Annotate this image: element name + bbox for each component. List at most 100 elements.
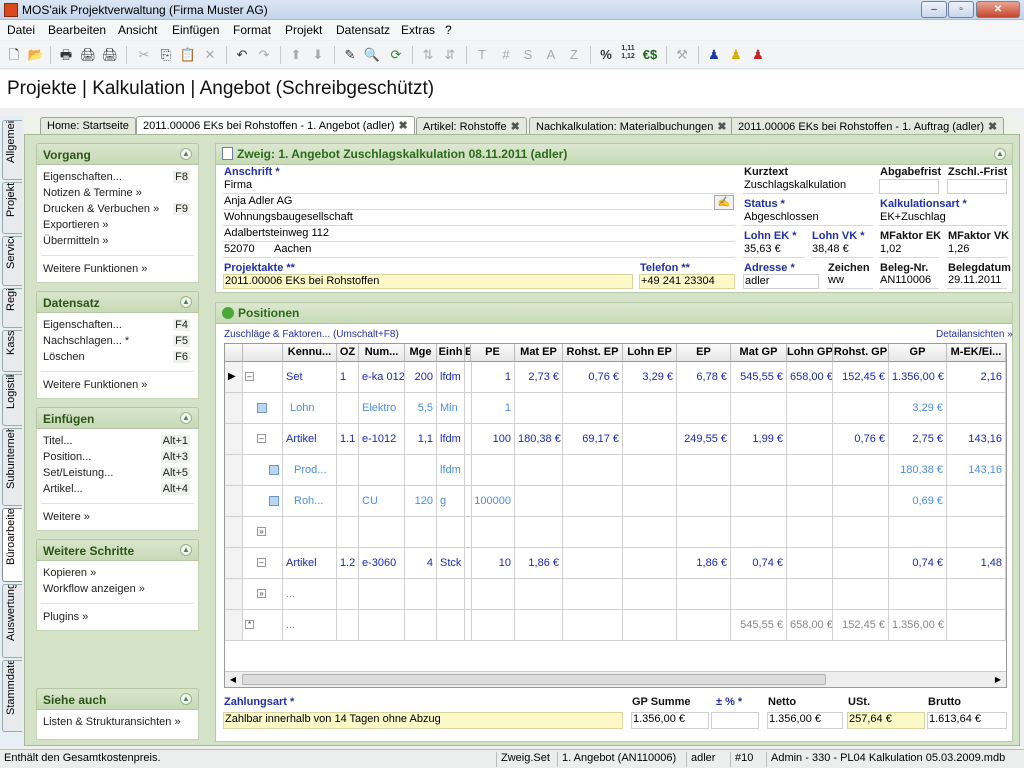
- cell-rohst-gp[interactable]: [833, 486, 889, 517]
- collapse-icon[interactable]: –: [257, 434, 266, 443]
- menu-help[interactable]: ?: [445, 23, 452, 37]
- leaf-node-icon[interactable]: [257, 403, 267, 413]
- tree-cell[interactable]: *: [243, 610, 283, 641]
- s-icon[interactable]: S: [518, 45, 538, 65]
- link-einf-weitere[interactable]: Weitere »: [43, 511, 90, 523]
- column-header[interactable]: Mat GP: [731, 344, 787, 362]
- cell-pe[interactable]: [471, 517, 515, 548]
- section-vorgang-header[interactable]: Vorgang ▲: [36, 143, 199, 165]
- cell-mat-gp[interactable]: 545,55 €: [731, 610, 787, 641]
- column-header[interactable]: PE: [471, 344, 515, 362]
- tree-cell[interactable]: »: [243, 517, 283, 548]
- cell-oz[interactable]: [337, 517, 359, 548]
- cell-oz[interactable]: 1.1: [337, 424, 359, 455]
- menu-extras[interactable]: Extras: [401, 23, 435, 37]
- cell-einh[interactable]: [437, 610, 465, 641]
- menu-datei[interactable]: Datei: [7, 23, 35, 37]
- cell-oz[interactable]: 1: [337, 362, 359, 393]
- collapse-icon[interactable]: –: [245, 372, 254, 381]
- cell-einh[interactable]: lfdm: [437, 455, 465, 486]
- cell-pe[interactable]: [471, 610, 515, 641]
- tree-cell[interactable]: –: [243, 548, 283, 579]
- lohn-vk-field[interactable]: 38,48 €: [811, 243, 873, 258]
- cell-mat-gp[interactable]: 0,74 €: [731, 548, 787, 579]
- current-row-arrow-icon[interactable]: ▶: [225, 362, 243, 393]
- cell-lohn-gp[interactable]: [787, 455, 833, 486]
- cell-einh[interactable]: [437, 579, 465, 610]
- cell-ep[interactable]: [677, 579, 731, 610]
- cell-kennu[interactable]: [283, 517, 337, 548]
- open-folder-icon[interactable]: 📂: [26, 45, 46, 65]
- zuschlaege-link[interactable]: Zuschläge & Faktoren... (Umschalt+F8): [224, 329, 399, 340]
- print-preview-icon[interactable]: 🖶: [56, 45, 76, 65]
- side-tab-stammdaten[interactable]: Stammdaten: [2, 660, 22, 732]
- cell-oz[interactable]: [337, 455, 359, 486]
- tree-cell[interactable]: [243, 393, 283, 424]
- beleg-nr-field[interactable]: AN110006: [879, 274, 939, 289]
- cell-ep[interactable]: [677, 517, 731, 548]
- row-selector[interactable]: [225, 424, 243, 455]
- cell-lohn-gp[interactable]: [787, 517, 833, 548]
- cell-rohst-ep[interactable]: [563, 486, 623, 517]
- cell-einh[interactable]: Stck: [437, 548, 465, 579]
- tools-icon[interactable]: ⚒: [672, 45, 692, 65]
- cell-lohn-gp[interactable]: [787, 548, 833, 579]
- ort-field[interactable]: Aachen: [273, 243, 735, 258]
- column-header[interactable]: OZ: [337, 344, 359, 362]
- cell-m-ek-ei[interactable]: 2,16: [947, 362, 1006, 393]
- cell-mat-gp[interactable]: [731, 455, 787, 486]
- row-selector[interactable]: [225, 393, 243, 424]
- zeichen-field[interactable]: ww: [827, 274, 873, 289]
- close-window-button[interactable]: ✕: [976, 1, 1020, 18]
- doc-tab-auftrag[interactable]: 2011.00006 EKs bei Rohstoffen - 1. Auftr…: [731, 117, 1005, 135]
- close-tab-icon[interactable]: ✖: [399, 120, 408, 132]
- column-header[interactable]: M-EK/Ei...: [947, 344, 1006, 362]
- scroll-left-icon[interactable]: ◀: [226, 673, 240, 686]
- move-up-icon[interactable]: ⬆: [286, 45, 306, 65]
- tree-cell[interactable]: »: [243, 579, 283, 610]
- link-ds-weitere-funktionen[interactable]: Weitere Funktionen »: [43, 379, 147, 391]
- cell-rohst-ep[interactable]: 69,17 €: [563, 424, 623, 455]
- cell-num[interactable]: [359, 517, 405, 548]
- cell-mat-ep[interactable]: [515, 579, 563, 610]
- cell-gp[interactable]: [889, 579, 947, 610]
- menu-bearbeiten[interactable]: Bearbeiten: [48, 23, 106, 37]
- detailansichten-link[interactable]: Detailansichten »: [936, 329, 1013, 340]
- column-header[interactable]: Einh: [437, 344, 465, 362]
- address-lookup-icon[interactable]: ✍: [714, 195, 734, 210]
- column-header[interactable]: EP: [677, 344, 731, 362]
- anschrift-line-3[interactable]: Wohnungsbaugesellschaft: [223, 211, 735, 226]
- currency-icon[interactable]: €$: [640, 45, 660, 65]
- chevron-up-icon[interactable]: ▲: [180, 412, 192, 424]
- projektakte-field[interactable]: 2011.00006 EKs bei Rohstoffen: [223, 274, 633, 289]
- sort-desc-icon[interactable]: ⇵: [440, 45, 460, 65]
- link-listen[interactable]: Listen & Strukturansichten »: [43, 716, 181, 728]
- cell-lohn-ep[interactable]: [623, 579, 677, 610]
- cell-mge[interactable]: [405, 610, 437, 641]
- chevron-up-icon[interactable]: ▲: [994, 148, 1006, 160]
- row-selector[interactable]: [225, 610, 243, 641]
- cell-gp[interactable]: 2,75 €: [889, 424, 947, 455]
- cell-ep[interactable]: [677, 393, 731, 424]
- row-selector[interactable]: [225, 517, 243, 548]
- user-blue-icon[interactable]: ♟: [704, 45, 724, 65]
- link-titel[interactable]: Titel...: [43, 435, 73, 447]
- cell-gp[interactable]: 3,29 €: [889, 393, 947, 424]
- cell-m-ek-ei[interactable]: [947, 610, 1006, 641]
- gp-summe-field[interactable]: 1.356,00 €: [631, 712, 709, 729]
- menu-einfuegen[interactable]: Einfügen: [172, 23, 219, 37]
- cell-m-ek-ei[interactable]: 143,16: [947, 455, 1006, 486]
- column-header[interactable]: Mge: [405, 344, 437, 362]
- title-t-icon[interactable]: T: [472, 45, 492, 65]
- close-tab-icon[interactable]: ✖: [511, 121, 520, 133]
- cell-rohst-ep[interactable]: [563, 579, 623, 610]
- cell-lohn-ep[interactable]: [623, 455, 677, 486]
- link-drucken[interactable]: Drucken & Verbuchen »: [43, 203, 159, 215]
- doc-tab-artikel[interactable]: Artikel: Rohstoffe ✖: [416, 117, 527, 135]
- cell-mat-ep[interactable]: 1,86 €: [515, 548, 563, 579]
- cell-mat-ep[interactable]: [515, 393, 563, 424]
- menu-format[interactable]: Format: [233, 23, 271, 37]
- cell-oz[interactable]: 1.2: [337, 548, 359, 579]
- cell-mat-ep[interactable]: 2,73 €: [515, 362, 563, 393]
- cell-oz[interactable]: [337, 393, 359, 424]
